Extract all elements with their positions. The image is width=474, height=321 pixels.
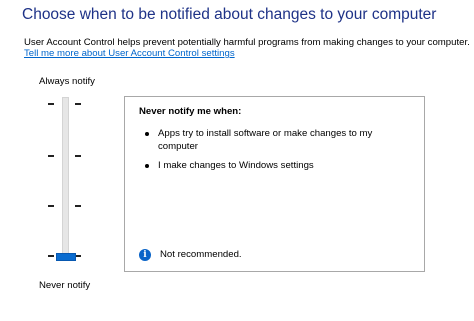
notification-level-slider[interactable]	[45, 97, 85, 269]
bullet-icon	[145, 132, 149, 136]
slider-top-label: Always notify	[39, 76, 95, 87]
slider-tick-left	[48, 205, 54, 207]
warning-note: Not recommended.	[160, 249, 242, 260]
list-item-text: I make changes to Windows settings	[158, 160, 314, 171]
slider-tick-right	[75, 205, 81, 207]
slider-tick-left	[48, 255, 54, 257]
info-icon: i	[139, 249, 151, 261]
bullet-icon	[145, 164, 149, 168]
slider-bottom-label: Never notify	[39, 280, 91, 291]
list-item: Apps try to install software or make cha…	[145, 128, 385, 154]
list-item-text: Apps try to install software or make cha…	[158, 128, 373, 152]
slider-thumb[interactable]	[56, 253, 76, 261]
slider-tick-left	[48, 155, 54, 157]
slider-tick-right	[75, 103, 81, 105]
learn-more-link[interactable]: Tell me more about User Account Control …	[24, 48, 235, 59]
description-panel: Never notify me when: Apps try to instal…	[124, 96, 425, 272]
uac-settings-page: Choose when to be notified about changes…	[0, 0, 474, 321]
list-item: I make changes to Windows settings	[145, 160, 385, 174]
page-title: Choose when to be notified about changes…	[22, 6, 437, 23]
slider-track[interactable]	[62, 97, 69, 259]
slider-tick-left	[48, 103, 54, 105]
description-text: User Account Control helps prevent poten…	[24, 37, 470, 48]
slider-tick-right	[75, 155, 81, 157]
panel-heading: Never notify me when:	[139, 106, 242, 117]
